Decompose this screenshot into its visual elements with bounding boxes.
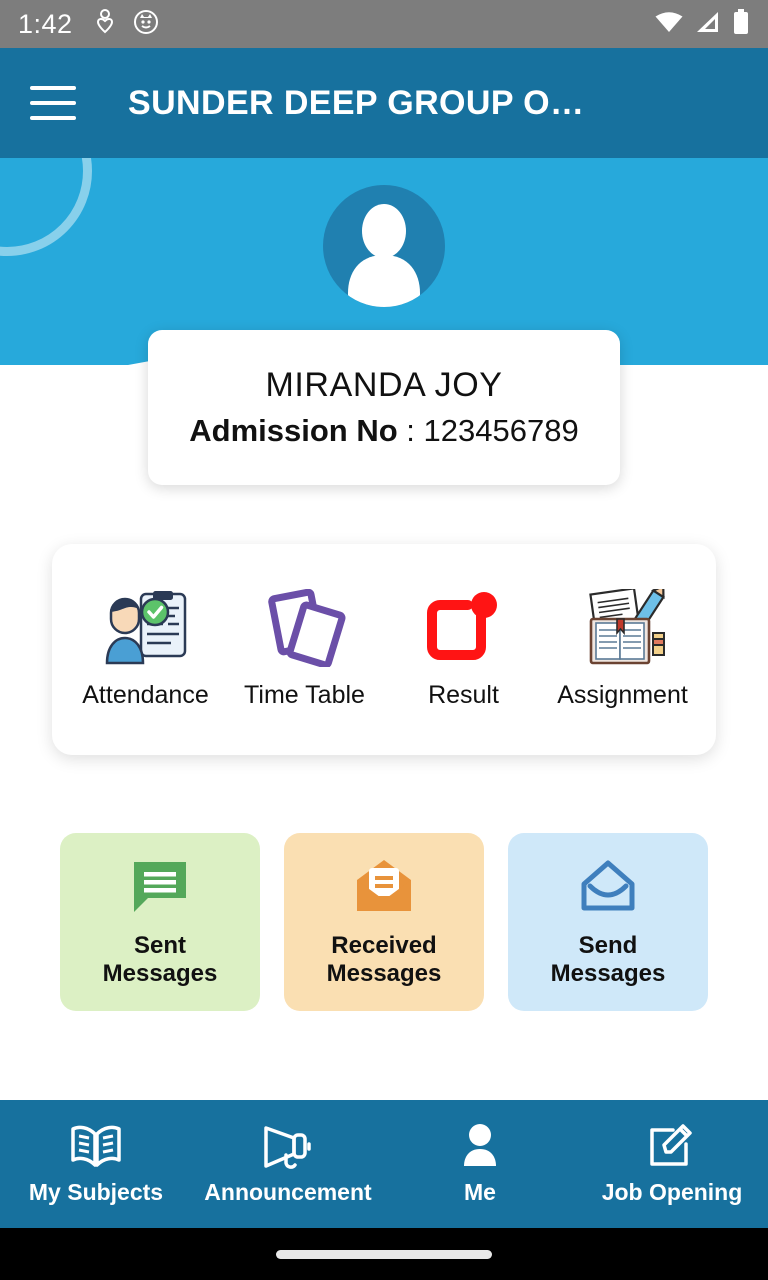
nav-label: Me <box>464 1179 496 1205</box>
admission-number-row: Admission No : 123456789 <box>189 413 578 449</box>
message-tiles-row: Sent Messages Received Messages Send Mes… <box>0 833 768 1011</box>
tile-label-line1: Received <box>331 932 437 960</box>
tile-send-messages[interactable]: Send Messages <box>508 833 708 1011</box>
cat-face-notification-icon <box>133 9 159 40</box>
quick-action-label: Result <box>428 681 499 709</box>
tile-label-line2: Messages <box>550 960 666 987</box>
tile-label-line2: Messages <box>326 960 442 987</box>
hamburger-line <box>30 116 76 120</box>
nav-item-my-subjects[interactable]: My Subjects <box>0 1122 192 1206</box>
status-bar-clock: 1:42 <box>18 8 73 39</box>
quick-actions-card: Attendance Time Table Result Assignment <box>52 544 716 755</box>
quick-action-attendance[interactable]: Attendance <box>71 589 221 710</box>
open-book-icon <box>68 1122 124 1170</box>
status-bar-notification-icons <box>95 8 159 40</box>
tile-sent-messages[interactable]: Sent Messages <box>60 833 260 1011</box>
assignment-book-pencil-icon <box>577 589 669 667</box>
nav-label: Announcement <box>204 1179 372 1205</box>
result-notification-square-icon <box>424 589 504 667</box>
nav-item-announcement[interactable]: Announcement <box>192 1122 384 1206</box>
chat-bubble-icon <box>130 856 190 918</box>
tile-label: Received Messages <box>327 932 442 988</box>
megaphone-icon <box>260 1122 316 1170</box>
user-avatar-icon <box>348 204 420 307</box>
open-envelope-outline-icon <box>577 856 639 918</box>
wifi-icon <box>654 10 684 39</box>
heart-person-notification-icon <box>95 8 115 40</box>
app-bar: SUNDER DEEP GROUP O… <box>0 48 768 158</box>
profile-card: MIRANDA JOY Admission No : 123456789 <box>148 330 620 485</box>
status-bar-system-icons <box>654 8 750 40</box>
attendance-clipboard-icon <box>103 589 189 667</box>
status-bar: 1:42 <box>0 0 768 48</box>
admission-separator: : <box>397 413 424 448</box>
cellular-signal-icon <box>694 10 722 39</box>
nav-label: My Subjects <box>28 1179 164 1205</box>
hamburger-line <box>30 101 76 105</box>
tile-label-line1: Sent <box>133 932 186 960</box>
system-gesture-bar <box>0 1228 768 1280</box>
avatar[interactable] <box>323 185 445 307</box>
quick-action-time-table[interactable]: Time Table <box>230 589 380 710</box>
hamburger-menu-icon[interactable] <box>30 86 76 120</box>
quick-action-label: Assignment <box>557 681 688 709</box>
quick-action-assignment[interactable]: Assignment <box>548 589 698 710</box>
nav-item-job-opening[interactable]: Job Opening <box>576 1122 768 1206</box>
quick-action-label: Attendance <box>82 681 209 709</box>
hamburger-line <box>30 86 76 90</box>
tile-label-line1: Send <box>578 932 638 960</box>
battery-icon <box>732 8 750 40</box>
timetable-cards-icon <box>260 589 350 667</box>
open-envelope-filled-icon <box>353 856 415 918</box>
admission-label: Admission No <box>189 413 398 448</box>
tile-label: Sent Messages <box>103 932 218 988</box>
quick-action-label: Time Table <box>244 681 365 709</box>
edit-square-pencil-icon <box>646 1122 698 1170</box>
bottom-navigation-bar: My Subjects Announcement Me Job Opening <box>0 1100 768 1228</box>
student-name: MIRANDA JOY <box>265 366 503 404</box>
person-icon <box>456 1122 504 1170</box>
tile-label-line2: Messages <box>102 960 218 987</box>
page-title: SUNDER DEEP GROUP O… <box>128 83 585 122</box>
tile-label: Send Messages <box>551 932 666 988</box>
nav-item-me[interactable]: Me <box>384 1122 576 1206</box>
tile-received-messages[interactable]: Received Messages <box>284 833 484 1011</box>
nav-label: Job Opening <box>601 1179 743 1205</box>
admission-value: 123456789 <box>423 413 579 448</box>
home-gesture-pill[interactable] <box>276 1249 492 1259</box>
quick-action-result[interactable]: Result <box>389 589 539 710</box>
